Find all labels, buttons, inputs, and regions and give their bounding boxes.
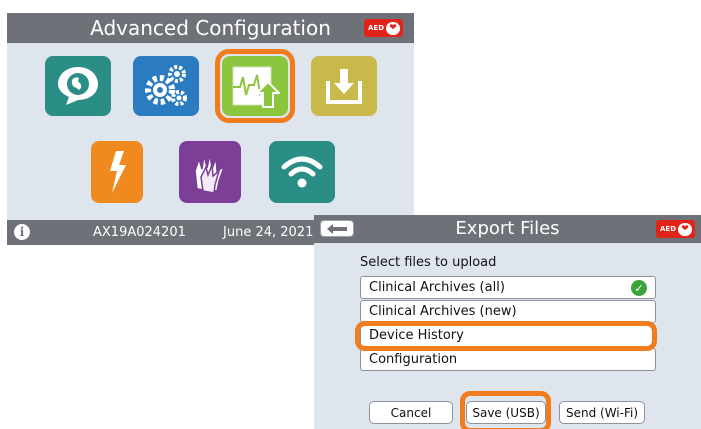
file-label: Configuration (369, 352, 458, 367)
download-icon (326, 69, 362, 104)
send-wifi-button[interactable]: Send (Wi-Fi) (559, 401, 645, 424)
cancel-button[interactable]: Cancel (369, 401, 453, 424)
export-files-tile[interactable] (222, 56, 288, 116)
header-bar: Advanced Configuration AED ❤ (7, 13, 414, 43)
file-row-configuration[interactable]: Configuration (360, 348, 656, 371)
aed-label: AED (368, 24, 385, 32)
device-history-highlight (355, 321, 657, 351)
wifi-icon (281, 156, 323, 188)
settings-tile[interactable] (133, 56, 199, 116)
serial-number: AX19A024201 (93, 225, 186, 240)
wifi-tile[interactable] (269, 141, 335, 203)
export-files-screen: Export Files AED ❤ Select files to uploa… (314, 215, 701, 429)
aed-badge: AED ❤ (364, 19, 404, 37)
save-usb-button[interactable]: Save (USB) (466, 401, 546, 424)
shock-tile[interactable] (91, 141, 143, 203)
screen-title: Export Files (455, 218, 560, 239)
file-label: Clinical Archives (new) (369, 304, 517, 319)
aed-label: AED (660, 225, 677, 233)
screen-title: Advanced Configuration (90, 16, 331, 40)
cpr-tile[interactable] (179, 141, 241, 203)
file-row-clinical-archives-all[interactable]: Clinical Archives (all) ✓ (360, 276, 656, 299)
date-label: June 24, 2021 (223, 225, 314, 240)
info-icon[interactable]: i (14, 224, 30, 240)
heart-icon: ❤ (678, 222, 693, 236)
file-label: Clinical Archives (all) (369, 280, 505, 295)
aed-badge: AED ❤ (656, 220, 696, 238)
checkmark-icon: ✓ (631, 280, 647, 296)
download-tile[interactable] (311, 56, 377, 116)
header-bar: Export Files AED ❤ (314, 215, 701, 243)
shock-lightning-icon (110, 151, 126, 193)
language-tile[interactable] (45, 56, 111, 116)
select-files-prompt: Select files to upload (360, 255, 497, 270)
settings-gears-icon (145, 65, 187, 106)
language-speech-icon (58, 67, 98, 105)
export-ecg-upload-icon (232, 66, 280, 108)
file-row-clinical-archives-new[interactable]: Clinical Archives (new) (360, 300, 656, 323)
cpr-hands-icon (194, 153, 226, 194)
advanced-configuration-screen: Advanced Configuration AED ❤ i AX19A0242… (7, 13, 414, 245)
heart-icon: ❤ (386, 21, 401, 35)
